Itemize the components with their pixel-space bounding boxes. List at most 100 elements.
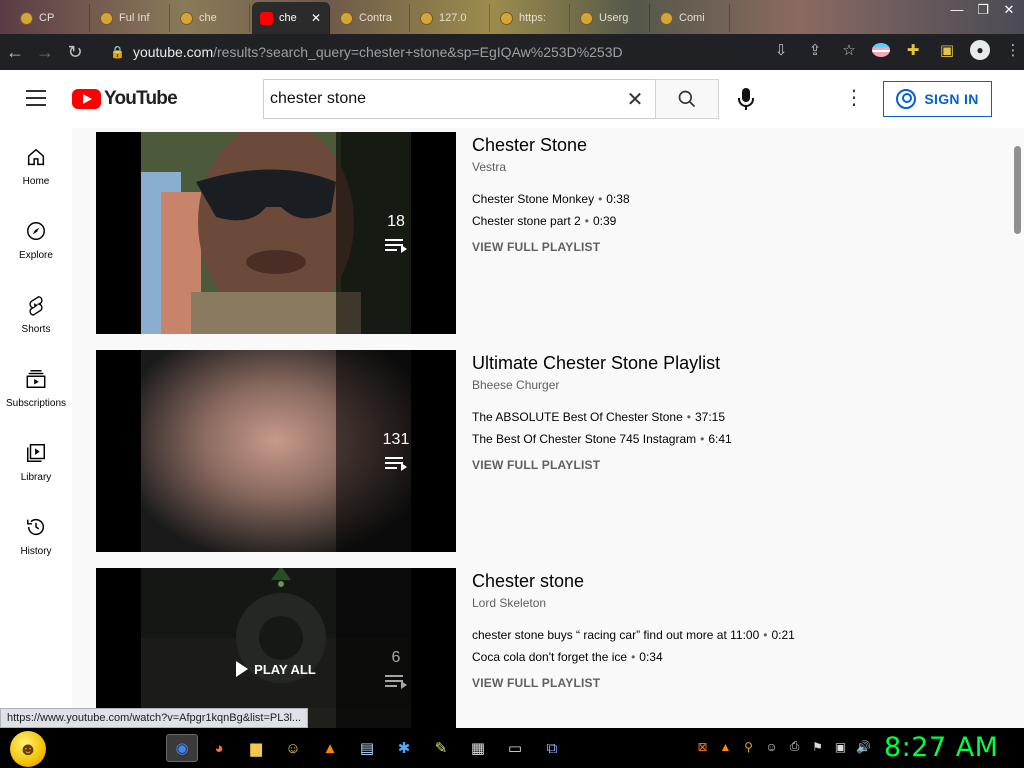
- library-icon: [27, 444, 45, 462]
- network-app-icon[interactable]: ⧉: [536, 734, 568, 762]
- playlist-thumbnail[interactable]: 131: [96, 350, 456, 552]
- playlist-info: Ultimate Chester Stone Playlist Bheese C…: [472, 350, 992, 472]
- bluetooth-app-icon[interactable]: ✱: [388, 734, 420, 762]
- playlist-thumbnail[interactable]: 6 PLAY ALL: [96, 568, 456, 728]
- browser-tab[interactable]: CP: [12, 4, 90, 32]
- close-window-icon[interactable]: ✕: [1000, 2, 1018, 18]
- view-full-playlist-link[interactable]: VIEW FULL PLAYLIST: [472, 676, 992, 690]
- guide-item-subscriptions[interactable]: Subscriptions: [0, 350, 72, 424]
- youtube-logo[interactable]: YouTube: [72, 88, 178, 110]
- account-icon: [896, 89, 917, 109]
- browser-tab-active[interactable]: che ✕: [252, 2, 330, 34]
- clear-search-icon[interactable]: ✕: [621, 87, 649, 112]
- guide-item-home[interactable]: Home: [0, 128, 72, 202]
- tab-favicon-icon: [500, 11, 513, 25]
- tab-favicon-icon: [420, 11, 433, 25]
- search-icon: [678, 90, 696, 108]
- start-button-smiley-icon[interactable]: ☻: [10, 731, 46, 767]
- guide-item-shorts[interactable]: Shorts: [0, 276, 72, 350]
- back-icon[interactable]: ←: [0, 42, 30, 63]
- playlist-video-item[interactable]: Coca cola don't forget the ice • 0:34: [472, 646, 992, 668]
- browser-tab[interactable]: che: [172, 4, 250, 32]
- bookmark-star-icon[interactable]: ☆: [838, 41, 860, 59]
- folder-icon[interactable]: ▆: [240, 734, 272, 762]
- playlist-title[interactable]: Chester stone: [472, 568, 992, 594]
- playlist-video-item[interactable]: Chester Stone Monkey • 0:38: [472, 188, 992, 210]
- vlc-tray-icon[interactable]: ▲: [717, 738, 734, 755]
- share-icon[interactable]: ⇪: [804, 41, 826, 59]
- chat-tray-icon[interactable]: ☺: [763, 738, 780, 755]
- archive-7z-icon[interactable]: ▦: [462, 734, 494, 762]
- view-full-playlist-link[interactable]: VIEW FULL PLAYLIST: [472, 458, 992, 472]
- mini-guide: Home Explore Shorts Subscriptions Librar…: [0, 128, 72, 728]
- search-input[interactable]: chester stone ✕: [263, 79, 655, 119]
- view-full-playlist-link[interactable]: VIEW FULL PLAYLIST: [472, 240, 992, 254]
- history-icon: [27, 519, 45, 536]
- playlist-thumbnail[interactable]: 18: [96, 132, 456, 334]
- install-icon[interactable]: ⇩: [770, 41, 792, 59]
- lock-icon[interactable]: 🔒: [110, 45, 125, 59]
- browser-tab[interactable]: Ful Inf: [92, 4, 170, 32]
- reload-icon[interactable]: ↻: [60, 42, 90, 63]
- guide-item-library[interactable]: Library: [0, 424, 72, 498]
- channel-name[interactable]: Vestra: [472, 160, 992, 174]
- page-scrollbar[interactable]: [1012, 128, 1024, 728]
- voice-search-button[interactable]: [731, 84, 761, 114]
- browser-tab[interactable]: 127.0: [412, 4, 490, 32]
- playlist-video-item[interactable]: chester stone buys “ racing car” find ou…: [472, 624, 992, 646]
- network-tray-icon[interactable]: ▣: [832, 738, 849, 755]
- playlist-title[interactable]: Chester Stone: [472, 132, 992, 158]
- address-bar[interactable]: 🔒 youtube.com/results?search_query=chest…: [110, 38, 750, 66]
- search-query: chester stone: [270, 90, 367, 107]
- guide-item-explore[interactable]: Explore: [0, 202, 72, 276]
- playlist-video-item[interactable]: The ABSOLUTE Best Of Chester Stone • 37:15: [472, 406, 992, 428]
- xampp-icon[interactable]: ⊠: [694, 738, 711, 755]
- playlist-icon: [385, 239, 407, 253]
- browser-tab[interactable]: https:: [492, 4, 570, 32]
- channel-name[interactable]: Lord Skeleton: [472, 596, 992, 610]
- play-icon: [236, 661, 249, 677]
- search-tray-icon[interactable]: ⚲: [740, 738, 757, 755]
- firefox-icon[interactable]: ◕: [203, 734, 235, 762]
- settings-kebab-icon[interactable]: ⋮: [844, 86, 864, 112]
- volume-icon[interactable]: 🔊: [855, 738, 872, 755]
- close-tab-icon[interactable]: ✕: [311, 11, 321, 25]
- vlc-icon[interactable]: ▲: [314, 734, 346, 762]
- search-button[interactable]: [655, 79, 719, 119]
- browser-tab[interactable]: Comi: [652, 4, 730, 32]
- playlist-result: 131 Ultimate Chester Stone Playlist Bhee…: [96, 350, 996, 552]
- browser-menu-icon[interactable]: ⋮: [1002, 41, 1024, 59]
- emoji-app-icon[interactable]: ☺: [277, 734, 309, 762]
- tab-favicon-icon: [580, 11, 593, 25]
- shorts-icon: [29, 296, 43, 316]
- profile-avatar-icon[interactable]: ●: [970, 40, 990, 60]
- extension-flag-icon[interactable]: [872, 43, 890, 57]
- tab-favicon-icon: [20, 11, 33, 25]
- editor-icon[interactable]: ✎: [425, 734, 457, 762]
- notepad-icon[interactable]: ▤: [351, 734, 383, 762]
- hamburger-menu-icon[interactable]: [26, 90, 46, 106]
- chrome-icon[interactable]: ◉: [166, 734, 198, 762]
- tab-favicon-icon: [180, 11, 193, 25]
- play-all-overlay[interactable]: PLAY ALL: [96, 568, 456, 728]
- browser-tab[interactable]: Contra: [332, 4, 410, 32]
- extensions-puzzle-icon[interactable]: ✚: [902, 41, 924, 59]
- terminal-icon[interactable]: ▭: [499, 734, 531, 762]
- minimize-icon[interactable]: —: [948, 2, 966, 18]
- taskbar-clock[interactable]: 8:27 AM: [884, 732, 998, 763]
- playlist-video-item[interactable]: Chester stone part 2 • 0:39: [472, 210, 992, 232]
- maximize-icon[interactable]: ❐: [974, 2, 992, 18]
- action-center-flag-icon[interactable]: ⚑: [809, 738, 826, 755]
- forward-icon[interactable]: →: [30, 42, 60, 63]
- video-count: 131: [382, 431, 410, 448]
- sign-in-button[interactable]: SIGN IN: [883, 81, 992, 117]
- sidepanel-icon[interactable]: ▣: [936, 41, 958, 59]
- printer-tray-icon[interactable]: ⎙: [786, 738, 803, 755]
- playlist-title[interactable]: Ultimate Chester Stone Playlist: [472, 350, 992, 376]
- guide-item-history[interactable]: History: [0, 498, 72, 572]
- playlist-video-item[interactable]: The Best Of Chester Stone 745 Instagram •…: [472, 428, 992, 450]
- channel-name[interactable]: Bheese Churger: [472, 378, 992, 392]
- browser-tab[interactable]: Userg: [572, 4, 650, 32]
- scrollbar-thumb[interactable]: [1014, 146, 1021, 234]
- home-icon: [27, 148, 45, 166]
